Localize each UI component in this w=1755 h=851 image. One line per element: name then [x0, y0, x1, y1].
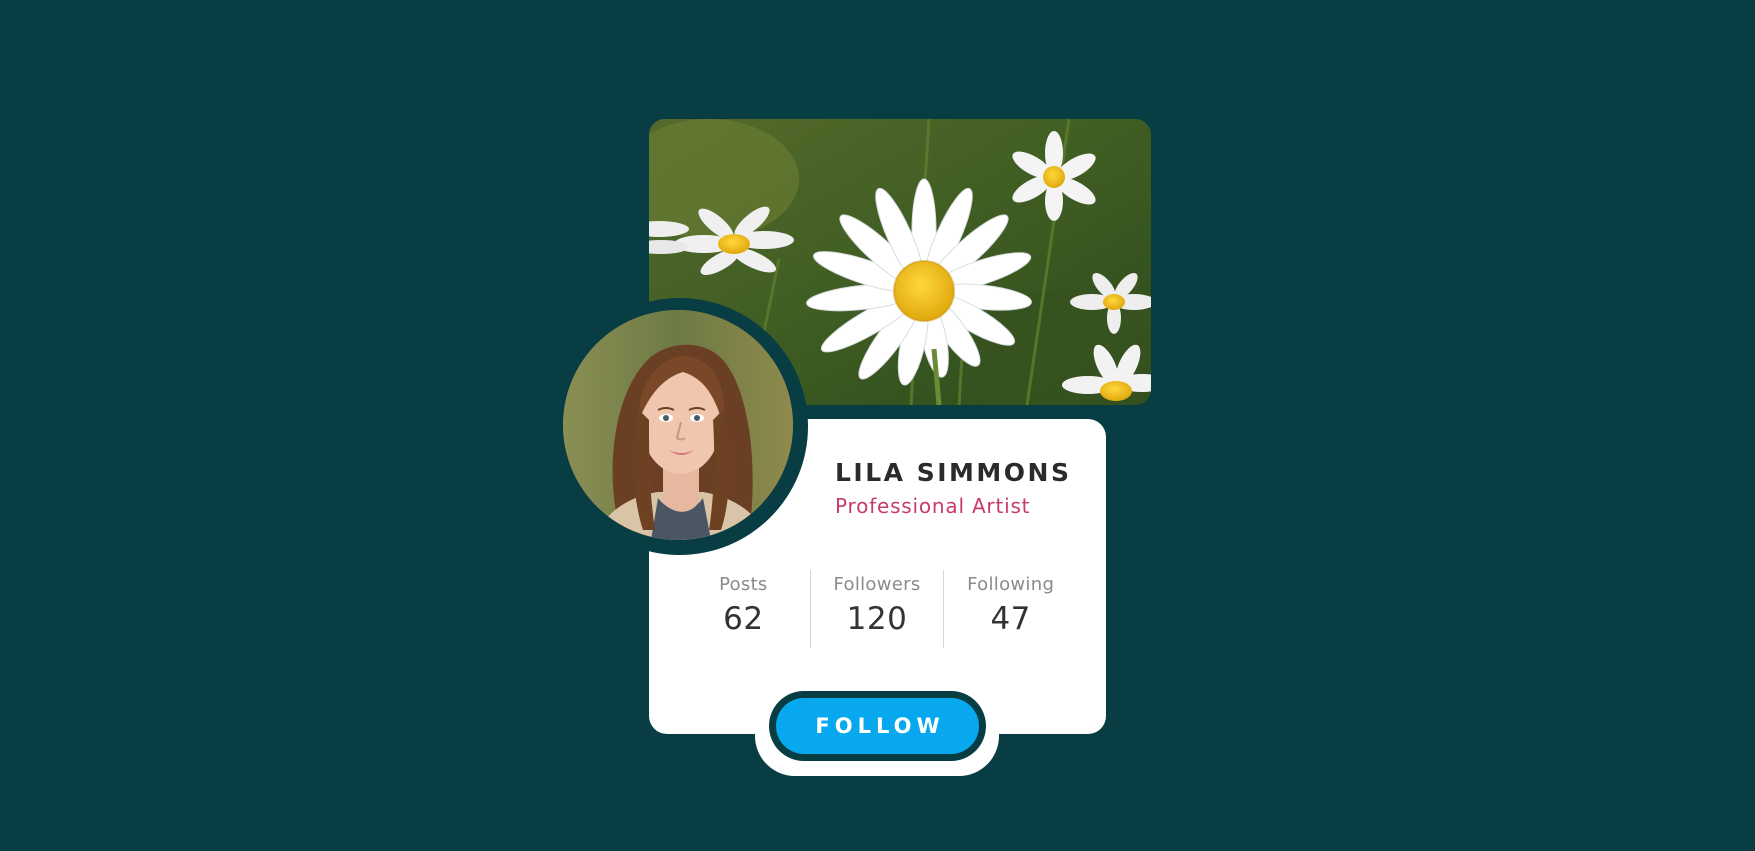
profile-card-stage: LILA SIMMONS Professional Artist Posts 6… — [0, 0, 1755, 851]
stat-value: 47 — [990, 601, 1031, 637]
stat-following[interactable]: Following 47 — [943, 570, 1077, 648]
stat-label: Following — [967, 574, 1055, 595]
stat-value: 62 — [723, 601, 764, 637]
avatar[interactable] — [563, 310, 793, 540]
follow-button[interactable]: FOLLOW — [776, 698, 979, 754]
profile-role: Professional Artist — [835, 494, 1031, 518]
stat-followers[interactable]: Followers 120 — [809, 570, 944, 648]
stat-label: Posts — [719, 574, 768, 595]
stat-posts[interactable]: Posts 62 — [677, 570, 810, 648]
profile-stats: Posts 62 Followers 120 Following 47 — [677, 570, 1077, 648]
profile-name: LILA SIMMONS — [835, 458, 1072, 487]
stat-label: Followers — [833, 574, 921, 595]
stat-value: 120 — [846, 601, 908, 637]
